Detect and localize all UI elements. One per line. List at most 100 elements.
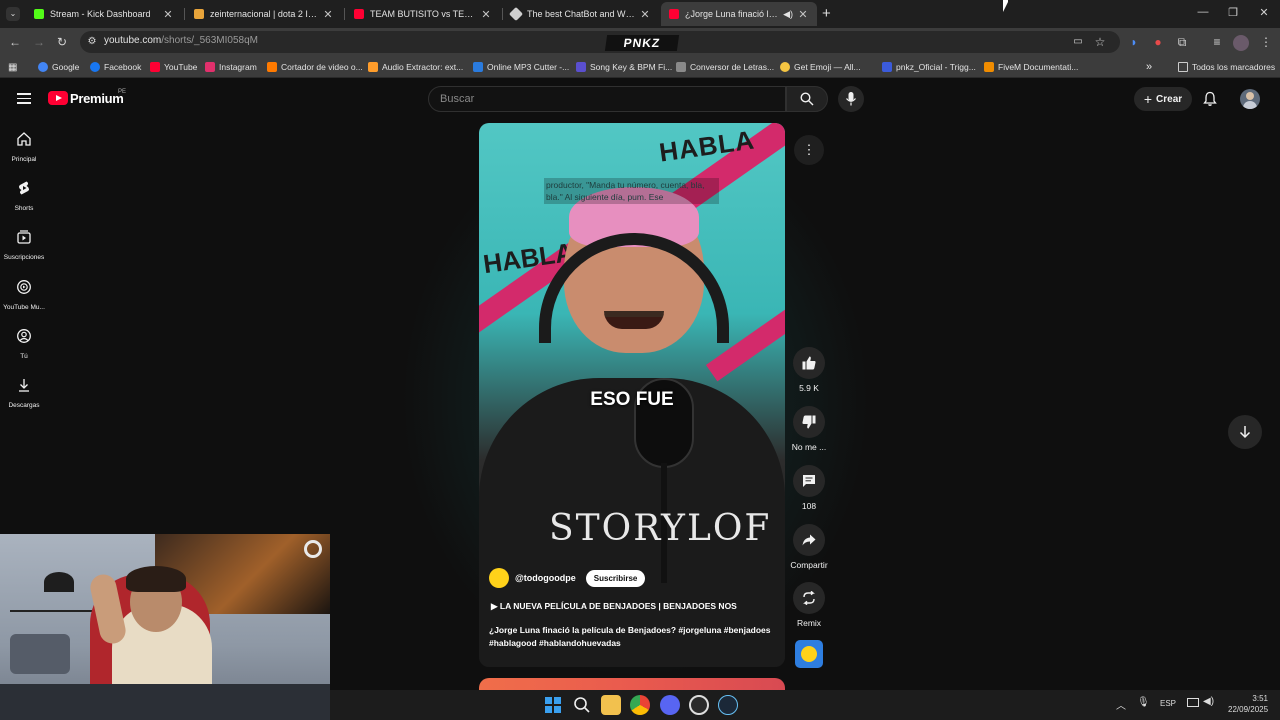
- song-key-icon: [576, 62, 586, 72]
- apps-icon[interactable]: ▦: [8, 61, 17, 73]
- youtube-logo-icon[interactable]: [48, 91, 68, 105]
- speaker-icon[interactable]: ◀): [783, 9, 793, 20]
- guide-item-downloads[interactable]: Descargas: [0, 377, 48, 409]
- speaker-mouth: [604, 311, 664, 329]
- windows-start-icon[interactable]: [543, 695, 563, 715]
- maximize-button[interactable]: ❐: [1219, 6, 1247, 19]
- close-icon[interactable]: ✕: [162, 8, 174, 21]
- taskbar-search-icon[interactable]: [572, 695, 592, 715]
- back-icon[interactable]: ←: [7, 34, 23, 50]
- next-video-button[interactable]: [1228, 415, 1262, 449]
- fivem-icon: [984, 62, 994, 72]
- guide-item-shorts[interactable]: Shorts: [0, 180, 48, 212]
- bookmark-conversor[interactable]: Conversor de Letras...: [676, 61, 774, 73]
- short-description[interactable]: ¿Jorge Luna finació la película de Benja…: [489, 624, 781, 650]
- webcam-overlay: [0, 534, 330, 720]
- bookmark-google[interactable]: Google: [38, 61, 79, 73]
- extensions-puzzle-icon[interactable]: ⧉: [1174, 34, 1190, 50]
- channel-avatar[interactable]: [489, 568, 509, 588]
- notifications-bell-icon[interactable]: [1202, 91, 1218, 107]
- all-bookmarks[interactable]: Todos los marcadores: [1178, 61, 1275, 73]
- thumbs-up-icon: [802, 356, 816, 370]
- chrome-icon[interactable]: [630, 695, 650, 715]
- profile-avatar[interactable]: [1233, 35, 1249, 51]
- webcam-desk: [0, 684, 330, 720]
- channel-row: @todogoodpe Suscribirse: [489, 568, 646, 588]
- bookmarks-overflow[interactable]: »: [1146, 61, 1152, 73]
- reload-icon[interactable]: ↻: [54, 34, 70, 50]
- shorts-icon: [19, 181, 29, 195]
- voice-search-button[interactable]: [838, 86, 864, 112]
- like-button[interactable]: 5.9 K: [784, 347, 834, 393]
- close-icon[interactable]: ✕: [322, 8, 334, 21]
- close-icon[interactable]: ✕: [797, 8, 809, 21]
- bookmark-youtube[interactable]: YouTube: [150, 61, 197, 73]
- minimize-button[interactable]: —: [1189, 6, 1217, 18]
- forward-icon[interactable]: →: [31, 34, 47, 50]
- channel-name[interactable]: @todogoodpe: [515, 573, 576, 583]
- menu-kebab-icon[interactable]: ⋮: [1258, 34, 1274, 50]
- url-text[interactable]: youtube.com/shorts/_563MI058qM: [104, 35, 258, 46]
- tray-volume-icon[interactable]: ◀): [1203, 696, 1214, 707]
- bookmark-instagram[interactable]: Instagram: [205, 61, 257, 73]
- file-explorer-icon[interactable]: [601, 695, 621, 715]
- search-input[interactable]: Buscar: [428, 86, 786, 112]
- comments-button[interactable]: 108: [784, 465, 834, 511]
- create-button[interactable]: + Crear: [1134, 87, 1192, 111]
- extension-shield-icon[interactable]: ●: [1150, 34, 1166, 50]
- music-title: LA NUEVA PELÍCULA DE BENJADOES | BENJADO…: [499, 601, 737, 611]
- site-info-icon[interactable]: ⚙: [84, 34, 100, 50]
- search-button[interactable]: [786, 86, 828, 112]
- bookmark-facebook[interactable]: Facebook: [90, 61, 141, 73]
- youtube-premium-brand[interactable]: Premium: [70, 91, 124, 106]
- tab-search-button[interactable]: ⌄: [6, 7, 20, 21]
- bookmark-label: Cortador de video o...: [281, 62, 363, 72]
- steam-icon[interactable]: [718, 695, 738, 715]
- dislike-button[interactable]: No me ...: [784, 406, 834, 452]
- guide-item-you[interactable]: Tú: [0, 328, 48, 360]
- new-tab-button[interactable]: +: [822, 5, 831, 22]
- shorts-video-player[interactable]: HABLA HABLA productor, "Manda tu número,…: [479, 123, 785, 667]
- guide-item-subscriptions[interactable]: Suscripciones: [0, 229, 48, 261]
- guide-item-principal[interactable]: Principal: [0, 131, 48, 163]
- bookmark-song-key[interactable]: Song Key & BPM Fi...: [576, 61, 672, 73]
- hamburger-menu-icon[interactable]: [17, 93, 31, 104]
- tab-jorge-luna[interactable]: ¿Jorge Luna finació la pelíc ◀) ✕: [661, 2, 817, 26]
- bookmark-mp3-cutter[interactable]: Online MP3 Cutter -...: [473, 61, 569, 73]
- bookmark-audio-extractor[interactable]: Audio Extractor: ext...: [368, 61, 463, 73]
- extension-cube-icon[interactable]: ◗: [1126, 34, 1142, 50]
- bookmark-cortador[interactable]: Cortador de video o...: [267, 61, 363, 73]
- music-link[interactable]: ▶ LA NUEVA PELÍCULA DE BENJADOES | BENJA…: [491, 601, 737, 612]
- tab-chatbot[interactable]: The best ChatBot and Widgets ✕: [503, 2, 659, 26]
- media-controls-icon[interactable]: ≡: [1209, 34, 1225, 50]
- sound-thumbnail[interactable]: [795, 640, 823, 668]
- guide-item-youtube-music[interactable]: YouTube Mu...: [0, 279, 48, 311]
- bookmark-label: FiveM Documentati...: [998, 62, 1079, 72]
- more-options-button[interactable]: ⋮: [794, 135, 824, 165]
- subscribe-button[interactable]: Suscribirse: [585, 569, 646, 587]
- tray-clock[interactable]: 3:51 22/09/2025: [1228, 693, 1268, 715]
- window-close-button[interactable]: ✕: [1250, 6, 1278, 19]
- tray-network-icon[interactable]: [1187, 698, 1199, 707]
- tray-mic-icon[interactable]: 🎙︎: [1137, 697, 1150, 708]
- like-count: 5.9 K: [799, 383, 819, 393]
- obs-icon[interactable]: [689, 695, 709, 715]
- bookmark-star-icon[interactable]: ☆: [1092, 34, 1108, 50]
- tab-kick-dashboard[interactable]: Stream - Kick Dashboard ✕: [26, 2, 182, 26]
- bookmark-pnkz[interactable]: pnkz_Oficial - Trigg...: [882, 61, 976, 73]
- bookmark-get-emoji[interactable]: Get Emoji — All...: [780, 61, 861, 73]
- account-avatar[interactable]: [1240, 89, 1260, 109]
- tab-team-butisito[interactable]: TEAM BUTISITO vs TEAM GLOG ✕: [346, 2, 500, 26]
- tab-divider: [184, 8, 185, 20]
- cast-icon[interactable]: ▭: [1070, 34, 1086, 50]
- tray-chevron-icon[interactable]: ︿: [1116, 697, 1126, 712]
- close-icon[interactable]: ✕: [480, 8, 492, 21]
- remix-button[interactable]: Remix: [784, 582, 834, 628]
- discord-icon[interactable]: [660, 695, 680, 715]
- share-button[interactable]: Compartir: [784, 524, 834, 570]
- close-icon[interactable]: ✕: [639, 8, 651, 21]
- share-label: Compartir: [790, 560, 828, 570]
- bookmark-fivem[interactable]: FiveM Documentati...: [984, 61, 1078, 73]
- tray-language[interactable]: ESP: [1160, 699, 1176, 708]
- tab-dota[interactable]: zeinternacional | dota 2 Inicio ✕: [186, 2, 342, 26]
